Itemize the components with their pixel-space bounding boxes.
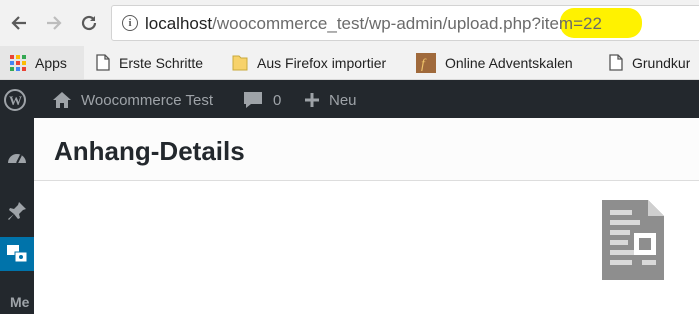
attachment-details-modal: Anhang-Details: [34, 118, 699, 314]
modal-title: Anhang-Details: [54, 136, 245, 166]
bookmark-label: Aus Firefox importier: [257, 54, 387, 71]
document-icon: [602, 200, 664, 280]
wp-side-menu: Me: [0, 120, 34, 314]
wordpress-icon: W: [4, 89, 26, 111]
bookmark-label: Grundkur: [632, 54, 691, 71]
menu-posts[interactable]: [0, 194, 34, 228]
info-icon[interactable]: i: [122, 15, 138, 31]
apps-grid-icon: [10, 54, 26, 71]
bookmarks-bar: Apps Erste Schritte Aus Firefox importie…: [0, 46, 699, 80]
bookmark-firefox-import[interactable]: Aus Firefox importier: [222, 46, 391, 79]
dashboard-icon: [8, 154, 26, 164]
bookmark-apps[interactable]: Apps: [0, 46, 84, 79]
site-name: Woocommerce Test: [81, 91, 213, 109]
wp-logo-button[interactable]: W: [4, 80, 26, 120]
menu-dashboard[interactable]: [0, 140, 34, 174]
comments-count: 0: [273, 91, 282, 109]
address-bar[interactable]: i localhost/woocommerce_test/wp-admin/up…: [111, 5, 699, 41]
back-button[interactable]: [5, 7, 33, 39]
url-path: /woocommerce_test/wp-admin/upload.php?: [212, 14, 541, 33]
wp-admin-bar: W Woocommerce Test 0 Neu: [0, 80, 699, 120]
forward-arrow-icon: [47, 16, 62, 30]
bookmark-erste-schritte[interactable]: Erste Schritte: [86, 46, 203, 79]
folder-icon: [232, 55, 248, 71]
svg-text:W: W: [9, 93, 22, 108]
url-query: item=22: [540, 14, 602, 33]
bookmark-label: Erste Schritte: [119, 54, 204, 71]
bookmark-grundkurs[interactable]: Grundkur: [599, 46, 690, 79]
back-arrow-icon: [11, 16, 26, 30]
pin-icon: [8, 202, 26, 220]
bookmark-adventskalender[interactable]: f Online Adventskalen: [406, 46, 581, 79]
new-label: Neu: [329, 91, 357, 109]
forward-button[interactable]: [40, 7, 68, 39]
home-icon: [53, 92, 71, 108]
menu-partial-label: Me: [10, 294, 30, 310]
menu-media[interactable]: [0, 237, 34, 271]
plus-icon: [305, 93, 319, 107]
new-content-link[interactable]: Neu: [304, 80, 357, 120]
bookmark-apps-label: Apps: [35, 54, 67, 71]
media-icon: [7, 245, 28, 263]
comment-icon: [244, 92, 262, 108]
page-icon: [96, 54, 110, 71]
bookmark-label: Online Adventskalen: [445, 54, 573, 71]
modal-header: Anhang-Details: [34, 118, 699, 181]
url-text: localhost/woocommerce_test/wp-admin/uplo…: [145, 13, 602, 35]
favicon: f: [416, 52, 436, 73]
comments-link[interactable]: 0: [243, 80, 281, 120]
url-host: localhost: [145, 14, 213, 33]
browser-toolbar: i localhost/woocommerce_test/wp-admin/up…: [0, 0, 699, 46]
reload-button[interactable]: [75, 7, 103, 39]
reload-icon: [81, 15, 97, 31]
site-name-link[interactable]: Woocommerce Test: [52, 80, 213, 120]
page-icon: [609, 54, 623, 71]
